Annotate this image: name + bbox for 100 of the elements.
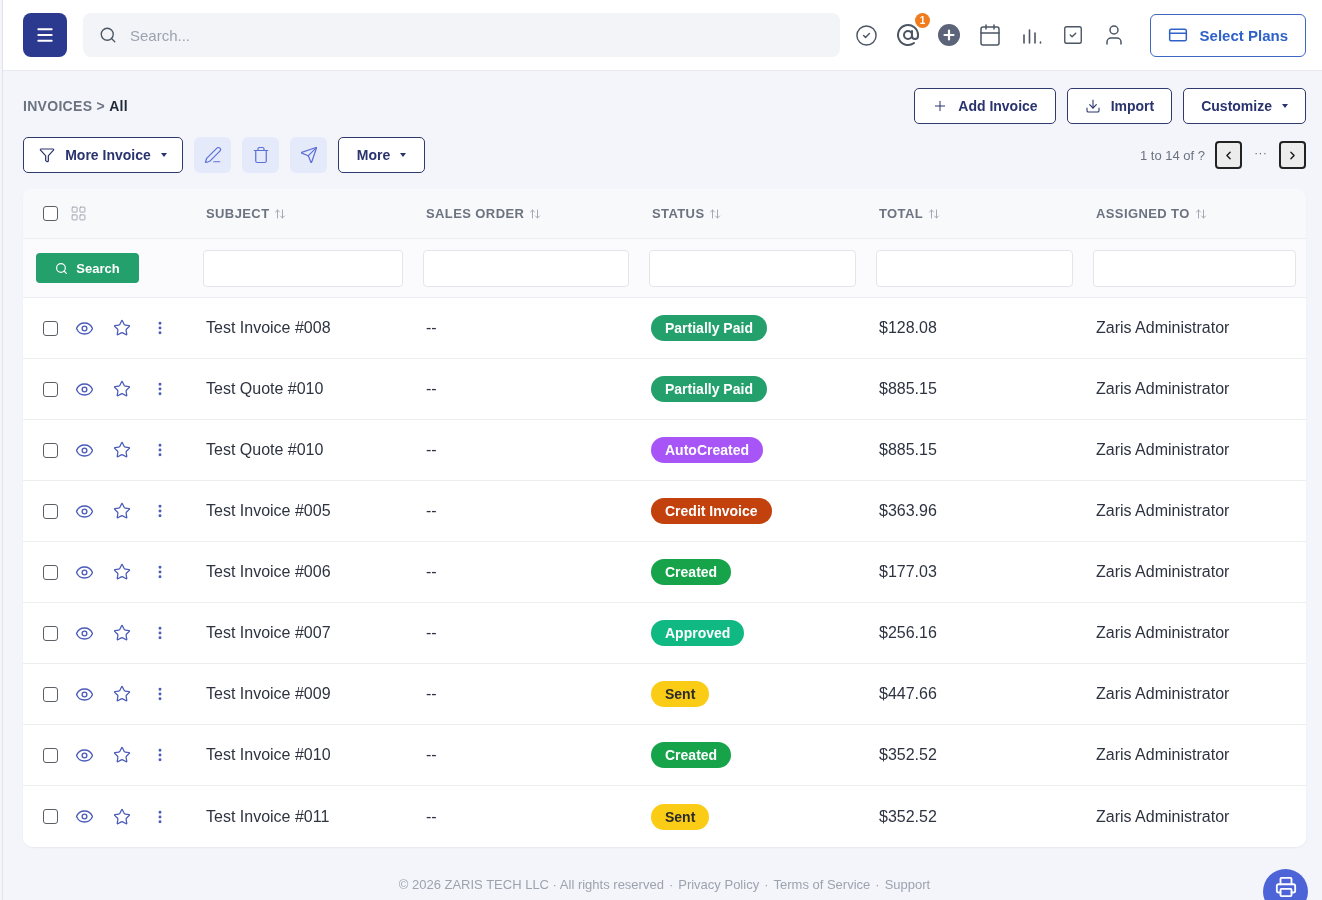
search-button[interactable]: Search [36, 253, 139, 283]
select-plans-button[interactable]: Select Plans [1149, 13, 1306, 57]
row-checkbox[interactable] [43, 381, 58, 397]
filter-dropdown-button[interactable]: More Invoice [23, 137, 183, 173]
column-header[interactable]: TOTAL [879, 206, 941, 221]
sales-order-value: -- [426, 319, 437, 337]
star-icon[interactable] [113, 319, 131, 337]
invoice-total: $447.66 [879, 685, 937, 703]
next-page-button[interactable] [1279, 141, 1306, 169]
caret-icon [160, 153, 167, 157]
sales-order-value: -- [426, 502, 437, 520]
row-checkbox[interactable] [43, 686, 58, 702]
more-dropdown-button[interactable]: More [338, 137, 425, 173]
assignee-name: Zaris Administrator [1096, 319, 1230, 337]
invoice-subject: Test Invoice #005 [206, 502, 331, 520]
star-icon[interactable] [113, 380, 131, 398]
sort-icon [1194, 207, 1207, 220]
footer-separator: · [764, 877, 769, 892]
column-header[interactable]: STATUS [652, 206, 722, 221]
select-all-checkbox[interactable] [43, 206, 58, 221]
status-badge: Created [651, 742, 732, 768]
eye-icon[interactable] [75, 807, 94, 826]
dropdown-button[interactable]: Customize [1183, 88, 1306, 124]
footer-link[interactable]: Privacy Policy [678, 877, 760, 892]
paper-plane-icon [299, 146, 318, 164]
star-icon[interactable] [113, 685, 131, 703]
star-icon[interactable] [113, 624, 131, 642]
column-header[interactable]: SALES ORDER [426, 206, 542, 221]
status-badge: AutoCreated [651, 437, 763, 463]
action-button[interactable]: Import [1066, 88, 1173, 124]
page-gap: ··· [1254, 144, 1267, 160]
search-field[interactable]: Search... [83, 13, 840, 57]
row-checkbox[interactable] [43, 747, 58, 763]
row-checkbox[interactable] [43, 503, 58, 519]
column-filter-input[interactable] [1093, 249, 1296, 287]
row-checkbox[interactable] [43, 320, 58, 336]
invoice-subject: Test Quote #010 [206, 441, 324, 459]
invoice-subject: Test Quote #010 [206, 380, 324, 398]
printer-icon [1274, 875, 1297, 898]
plus-circle-icon[interactable] [938, 24, 960, 46]
invoice-subject: Test Invoice #006 [206, 563, 331, 581]
sort-icon [928, 207, 941, 220]
page-range: 1 to 14 of ? [1139, 147, 1205, 163]
invoice-total: $352.52 [879, 746, 937, 764]
menu-button[interactable] [23, 13, 67, 57]
star-icon[interactable] [113, 746, 131, 764]
row-checkbox[interactable] [43, 442, 58, 458]
star-icon[interactable] [113, 563, 131, 581]
calendar-icon[interactable] [978, 23, 1002, 47]
sales-order-value: -- [426, 746, 437, 764]
star-icon[interactable] [113, 807, 131, 826]
pencil-icon [203, 146, 222, 164]
footer-separator: · [875, 877, 880, 892]
column-filter-input[interactable] [649, 249, 856, 287]
status-badge: Sent [651, 681, 710, 707]
column-filter-input[interactable] [423, 249, 629, 287]
at-sign-icon[interactable] [896, 23, 920, 47]
column-header[interactable]: SUBJECT [206, 206, 287, 221]
checkbox-icon[interactable] [1062, 24, 1084, 46]
action-button[interactable]: Add Invoice [914, 88, 1056, 124]
invoice-subject: Test Invoice #008 [206, 319, 331, 337]
status-badge: Created [651, 559, 732, 585]
sort-icon [709, 207, 722, 220]
sort-icon [529, 207, 542, 220]
invoice-subject: Test Invoice #009 [206, 685, 331, 703]
status-badge: Approved [651, 620, 745, 646]
assignee-name: Zaris Administrator [1096, 441, 1230, 459]
invoice-subject: Test Invoice #011 [206, 807, 330, 826]
assignee-name: Zaris Administrator [1096, 502, 1230, 520]
star-icon[interactable] [113, 502, 131, 520]
invoice-total: $177.03 [879, 563, 937, 581]
column-filter-input[interactable] [876, 249, 1073, 287]
check-circle-icon[interactable] [855, 23, 878, 47]
invoice-total: $885.15 [879, 441, 937, 459]
invoice-total: $363.96 [879, 502, 937, 520]
assignee-name: Zaris Administrator [1096, 380, 1230, 398]
footer-link[interactable]: Terms of Service [773, 877, 871, 892]
menu-icon [35, 25, 55, 45]
previous-page-button[interactable] [1215, 141, 1242, 169]
send-button[interactable] [290, 137, 327, 173]
column-filter-input[interactable] [203, 249, 403, 287]
invoice-total: $885.15 [879, 380, 937, 398]
trash-icon [251, 146, 270, 164]
row-checkbox[interactable] [43, 564, 58, 580]
credit-card-icon [1167, 25, 1188, 45]
column-header[interactable]: ASSIGNED TO [1096, 206, 1207, 221]
invoice-total: $128.08 [879, 319, 937, 337]
row-checkbox[interactable] [43, 809, 58, 824]
assignee-name: Zaris Administrator [1096, 746, 1230, 764]
edit-button[interactable] [194, 137, 231, 173]
delete-button[interactable] [242, 137, 279, 173]
sales-order-value: -- [426, 624, 437, 642]
assignee-name: Zaris Administrator [1096, 624, 1230, 642]
breadcrumb: INVOICES > All [23, 98, 128, 114]
sales-order-value: -- [426, 685, 437, 703]
star-icon[interactable] [113, 441, 131, 459]
search-icon [55, 261, 69, 275]
footer-link[interactable]: Support [884, 877, 931, 892]
row-checkbox[interactable] [43, 625, 58, 641]
search-icon [99, 26, 117, 44]
